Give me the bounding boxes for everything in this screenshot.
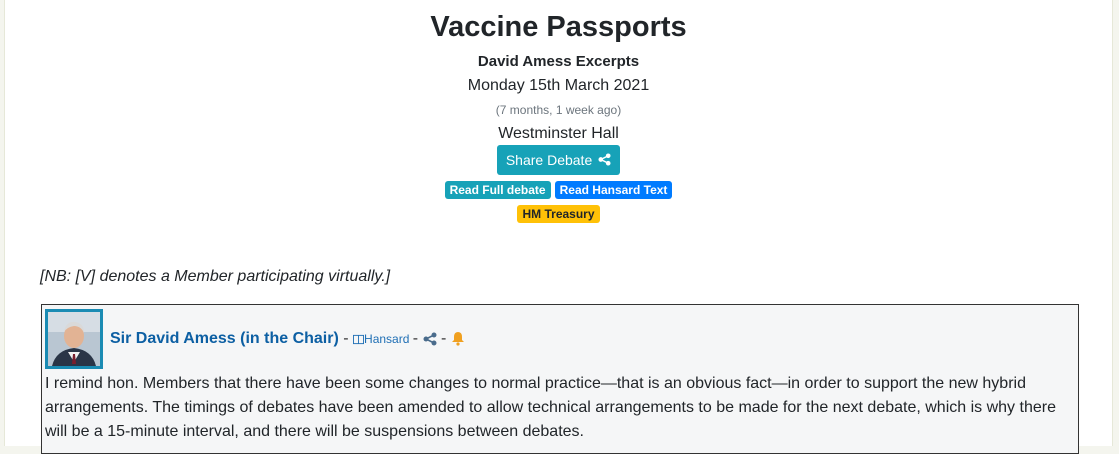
separator: - xyxy=(440,330,447,347)
speaker-line: Sir David Amess (in the Chair) - Hansard… xyxy=(110,329,465,349)
read-full-debate-link[interactable]: Read Full debate xyxy=(444,181,551,199)
debate-venue: Westminster Hall xyxy=(498,125,619,142)
share-icon[interactable] xyxy=(423,332,437,346)
link-badges: Read Full debate Read Hansard Text xyxy=(5,181,1112,199)
share-icon xyxy=(598,153,611,166)
page-container: Vaccine Passports David Amess Excerpts M… xyxy=(4,0,1113,454)
page-subtitle: David Amess Excerpts xyxy=(477,53,640,70)
separator: - xyxy=(412,330,419,347)
speech-text: I remind hon. Members that there have be… xyxy=(45,375,1056,440)
speaker-name-link[interactable]: Sir David Amess (in the Chair) xyxy=(110,330,339,347)
department-badge[interactable]: HM Treasury xyxy=(517,205,600,223)
hansard-link[interactable]: Hansard xyxy=(353,332,413,346)
hansard-label: Hansard xyxy=(364,332,410,346)
speech-card: Sir David Amess (in the Chair) - Hansard… xyxy=(41,304,1079,454)
book-icon xyxy=(353,335,365,345)
virtual-note: [NB: [V] denotes a Member participating … xyxy=(40,268,391,285)
debate-date: Monday 15th March 2021 xyxy=(467,77,650,94)
share-wrap: Share Debate xyxy=(5,145,1112,175)
share-debate-button[interactable]: Share Debate xyxy=(496,145,621,175)
share-debate-label: Share Debate xyxy=(505,152,593,168)
page-title: Vaccine Passports xyxy=(430,11,687,43)
department-badges: HM Treasury xyxy=(5,205,1112,223)
bell-icon[interactable] xyxy=(451,331,465,346)
avatar[interactable] xyxy=(45,309,103,369)
read-hansard-text-link[interactable]: Read Hansard Text xyxy=(554,181,673,199)
separator: - xyxy=(343,330,349,347)
relative-time: (7 months, 1 week ago) xyxy=(495,103,622,117)
